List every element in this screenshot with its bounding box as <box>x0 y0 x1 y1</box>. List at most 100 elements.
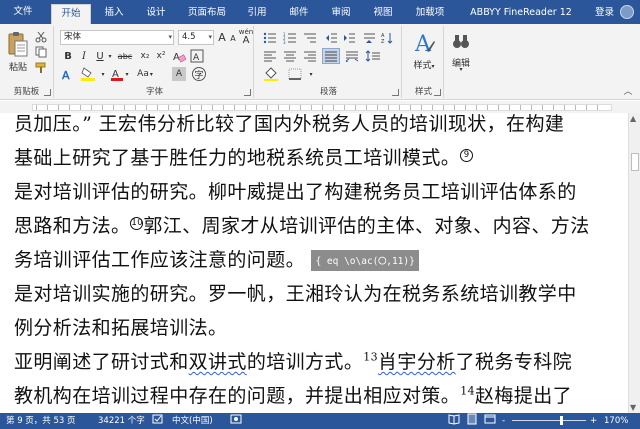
tab-view[interactable]: 视图 <box>365 4 401 24</box>
word-window: 文件 开始 插入 设计 页面布局 引用 邮件 审阅 视图 加载项 ABBYY F… <box>0 0 640 429</box>
zoom-slider[interactable] <box>512 416 586 425</box>
text-line-5: 务培训评估工作应该注意的问题。 { eq \o\ac(○,11)} <box>14 245 419 272</box>
grow-font-button[interactable]: A <box>216 30 228 44</box>
web-layout-icon[interactable] <box>484 413 496 429</box>
zoom-slider-knob[interactable] <box>560 416 563 425</box>
justify-icon <box>325 51 337 62</box>
line-text: 教机构在培训过程中存在的问题，并提出相应对策。 <box>14 385 461 407</box>
print-layout-icon[interactable] <box>466 413 478 429</box>
field-code[interactable]: { eq \o\ac(○,11)} <box>311 250 419 271</box>
phonetic-guide-button[interactable]: wén A <box>239 29 253 46</box>
character-shading-button[interactable]: A <box>172 67 186 81</box>
align-center-button[interactable] <box>282 49 298 63</box>
bold-button[interactable]: B <box>62 49 74 63</box>
font-name-combo[interactable]: 宋体 ▾ <box>60 30 174 45</box>
shading-button[interactable] <box>262 67 280 81</box>
zoom-in-button[interactable]: + <box>590 413 597 429</box>
styles-label: 样式▾ <box>404 58 444 71</box>
scroll-up-arrow-icon[interactable]: ▲ <box>630 114 636 123</box>
chevron-down-icon[interactable]: ▾ <box>124 67 130 81</box>
line-spacing-button[interactable] <box>364 49 382 63</box>
svg-text:A: A <box>193 53 200 63</box>
chevron-down-icon[interactable]: ▾ <box>107 49 113 63</box>
increase-indent-button[interactable] <box>342 31 356 45</box>
underline-button[interactable]: U <box>94 49 106 63</box>
numbered-list-icon: 123 <box>283 32 296 44</box>
styles-button[interactable]: A <box>412 29 436 57</box>
tab-home[interactable]: 开始 <box>51 4 91 24</box>
binoculars-icon <box>453 35 469 48</box>
chevron-down-icon[interactable]: ▾ <box>446 66 476 73</box>
chevron-down-icon[interactable]: ▾ <box>308 67 314 81</box>
copy-button[interactable] <box>34 46 48 58</box>
tab-abbyy[interactable]: ABBYY FineReader 12 <box>462 4 580 24</box>
tab-mailings[interactable]: 邮件 <box>281 4 317 24</box>
proofing-icon[interactable] <box>152 413 164 429</box>
read-mode-icon[interactable] <box>448 413 460 429</box>
language-indicator[interactable]: 中文(中国) <box>172 413 213 429</box>
chevron-down-icon[interactable]: ▾ <box>100 67 106 81</box>
tab-insert[interactable]: 插入 <box>95 4 133 24</box>
account-avatar[interactable] <box>620 5 634 19</box>
distributed-button[interactable] <box>344 49 360 63</box>
group-paragraph: 123 A Z ▾ 段落 <box>256 26 402 98</box>
scroll-down-arrow-icon[interactable]: ▼ <box>630 403 636 412</box>
text-effects-button[interactable]: A <box>60 67 74 81</box>
format-painter-button[interactable] <box>34 62 48 74</box>
spelling-squiggle-text[interactable]: 肖宇分析 <box>378 351 456 373</box>
shrink-font-button[interactable]: A <box>228 32 238 44</box>
enclose-characters-button[interactable]: 字 <box>192 67 206 81</box>
collapse-ribbon-button[interactable]: ︿ <box>622 84 634 97</box>
font-size-combo[interactable]: 4.5 ▾ <box>178 30 214 45</box>
strikethrough-button[interactable]: abc <box>116 49 134 63</box>
scroll-thumb[interactable] <box>631 153 639 171</box>
document-area[interactable]: 员加压。” 王宏伟分析比较了国内外税务人员的培训现状，在构建 基础上研究了基于胜… <box>0 113 628 413</box>
borders-button[interactable] <box>286 67 304 81</box>
chevron-down-icon: ▾ <box>168 33 172 41</box>
italic-button[interactable]: I <box>78 49 90 63</box>
zoom-out-button[interactable]: - <box>502 413 505 429</box>
page-count[interactable]: 第 9 页，共 53 页 <box>6 413 76 429</box>
outdent-icon <box>325 33 337 43</box>
align-right-button[interactable] <box>302 49 318 63</box>
text-line-8: 亚明阐述了研讨式和双讲式的培训方式。13肖宇分析了税务专科院 <box>14 347 572 374</box>
styles-launcher[interactable] <box>434 89 441 96</box>
multilevel-list-button[interactable] <box>302 31 318 45</box>
chinese-layout-button[interactable] <box>362 31 376 45</box>
clear-formatting-button[interactable]: A <box>172 49 186 63</box>
subscript-button[interactable]: x₂ <box>138 49 152 63</box>
character-border-button[interactable]: A <box>190 49 204 63</box>
font-color-button[interactable]: A <box>110 67 124 81</box>
zoom-level[interactable]: 170% <box>604 413 628 429</box>
text-line-7: 例分析法和拓展培训法。 <box>14 313 227 340</box>
bullets-button[interactable] <box>262 31 278 45</box>
editing-button[interactable] <box>450 30 472 52</box>
spelling-squiggle-text[interactable]: 双讲式 <box>189 351 247 373</box>
align-left-button[interactable] <box>262 49 278 63</box>
macro-icon[interactable] <box>230 413 242 429</box>
login-link[interactable]: 登录 <box>595 4 614 22</box>
decrease-indent-button[interactable] <box>324 31 338 45</box>
numbering-button[interactable]: 123 <box>282 31 298 45</box>
tab-design[interactable]: 设计 <box>137 4 175 24</box>
word-count[interactable]: 34221 个字 <box>98 413 145 429</box>
tab-layout[interactable]: 页面布局 <box>181 4 233 24</box>
line-text: 务培训评估工作应该注意的问题。 <box>14 249 306 271</box>
tab-review[interactable]: 审阅 <box>323 4 359 24</box>
horizontal-ruler[interactable] <box>0 101 640 113</box>
chinese-layout-icon <box>363 33 375 43</box>
vertical-scrollbar[interactable]: ▲ ▼ <box>628 113 640 413</box>
tab-file[interactable]: 文件 <box>0 0 46 24</box>
highlight-button[interactable] <box>80 67 96 81</box>
paste-button[interactable] <box>6 30 30 60</box>
superscript-button[interactable]: x² <box>154 49 168 63</box>
paragraph-launcher[interactable] <box>392 89 399 96</box>
tab-addins[interactable]: 加载项 <box>406 4 454 24</box>
tab-references[interactable]: 引用 <box>239 4 275 24</box>
sort-button[interactable]: AZ <box>380 31 394 45</box>
cut-button[interactable] <box>34 31 48 43</box>
justify-button[interactable] <box>322 48 340 64</box>
change-case-button[interactable]: Aa ▾ <box>134 67 156 81</box>
clipboard-launcher[interactable] <box>44 89 51 96</box>
font-launcher[interactable] <box>244 89 251 96</box>
